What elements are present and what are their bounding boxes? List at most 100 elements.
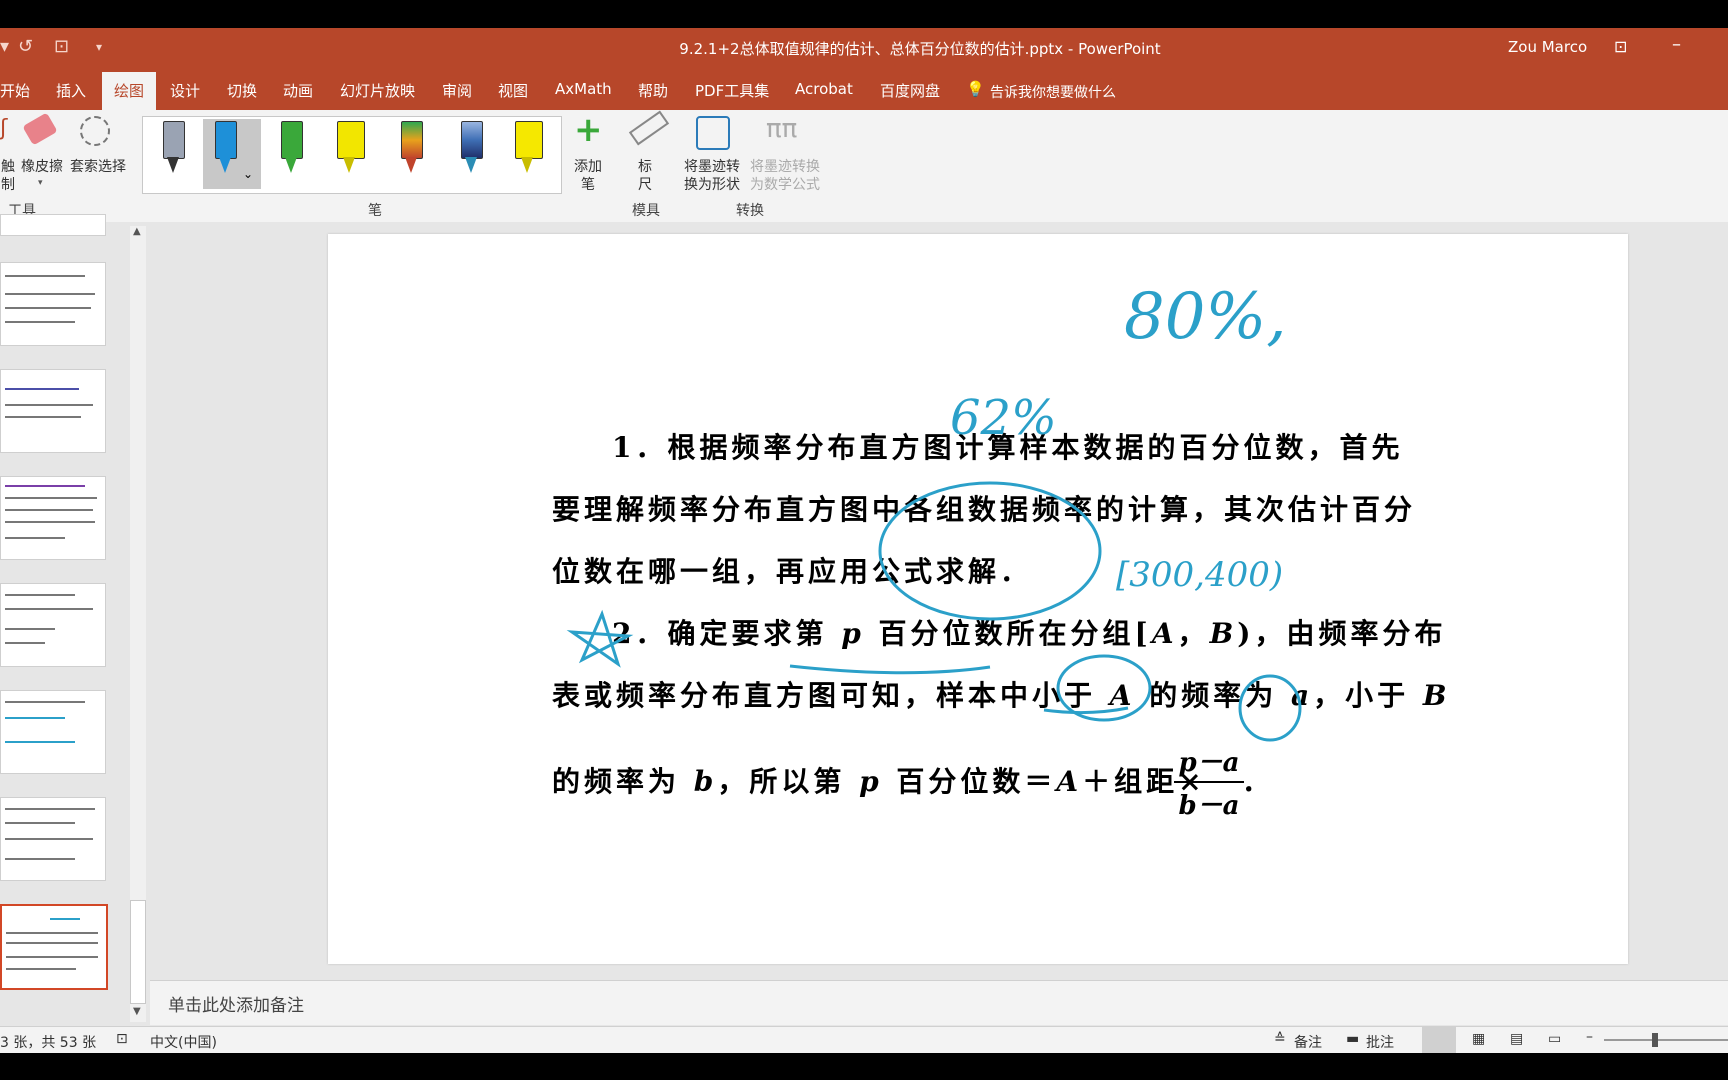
tab-view[interactable]: 视图 (498, 80, 528, 101)
tab-design[interactable]: 设计 (170, 80, 200, 101)
reading-view-icon[interactable]: ▤ (1510, 1031, 1523, 1047)
slide-thumbnails (0, 214, 150, 1026)
minimize-icon[interactable]: – (1672, 34, 1681, 55)
tab-help[interactable]: 帮助 (638, 80, 668, 101)
tab-animations[interactable]: 动画 (283, 80, 313, 101)
scroll-thumb[interactable] (130, 900, 146, 1004)
notes-icon[interactable]: ≙ (1274, 1031, 1286, 1047)
presentation-icon[interactable]: ⊡ (54, 36, 69, 57)
ruler-icon[interactable] (628, 110, 670, 146)
tell-me-search[interactable]: 告诉我你想要做什么 (990, 82, 1116, 102)
tab-insert[interactable]: 插入 (56, 80, 86, 101)
customize-toolbar-icon[interactable]: ▾ (96, 40, 102, 54)
pen-blue-tip (219, 157, 231, 173)
thumb-text-line (5, 701, 85, 703)
slide-thumbnail[interactable] (0, 262, 106, 346)
eraser-button[interactable]: 橡皮擦 (18, 158, 66, 176)
scroll-up-icon[interactable]: ▲ (133, 226, 141, 237)
slide-thumbnail-selected[interactable] (0, 904, 108, 990)
normal-view-icon[interactable] (1422, 1027, 1456, 1053)
thumb-text-line (6, 932, 98, 934)
tab-slideshow[interactable]: 幻灯片放映 (340, 80, 415, 101)
user-name[interactable]: Zou Marco (1508, 38, 1587, 56)
draw-button-label[interactable]: 触 制 (0, 158, 16, 194)
zoom-out-icon[interactable]: – (1586, 1029, 1593, 1045)
lasso-select-button[interactable]: 套索选择 (68, 158, 128, 176)
thumb-ink-line (5, 741, 75, 743)
pen-gallery: ⌄ (142, 116, 562, 194)
pen-galaxy-tip (465, 157, 477, 173)
scroll-down-icon[interactable]: ▼ (133, 1006, 141, 1017)
thumb-text-line (5, 537, 65, 539)
tab-draw[interactable]: 绘图 (102, 72, 157, 110)
thumb-text-line (5, 628, 55, 630)
quick-access-arrow-icon[interactable]: ▾ (0, 36, 9, 57)
highlighter-yellow-2[interactable] (507, 119, 547, 189)
pen-galaxy[interactable] (453, 119, 487, 189)
thumb-ink-line (50, 918, 80, 920)
slide-thumbnail[interactable] (0, 583, 106, 667)
pen-galaxy-body (461, 121, 483, 159)
tab-transitions[interactable]: 切换 (227, 80, 257, 101)
slide-thumbnail[interactable] (0, 690, 106, 774)
ink-annotations: 80%, 62% [300,400) (566, 280, 1302, 742)
pen-gray[interactable] (155, 119, 189, 189)
thumb-text-line (5, 808, 95, 810)
slide-thumbnail[interactable] (0, 797, 106, 881)
tab-home[interactable]: 开始 (0, 80, 30, 101)
add-pen-button[interactable]: 添加 笔 (568, 158, 608, 194)
comments-toggle[interactable]: 批注 (1366, 1032, 1394, 1052)
thumb-text-line (5, 404, 93, 406)
pen-red[interactable] (393, 119, 427, 189)
slideshow-icon[interactable]: ▭ (1548, 1031, 1561, 1047)
ink-underline (789, 664, 991, 675)
add-pen-icon[interactable]: + (574, 110, 603, 150)
ink-to-shape-button[interactable]: 将墨迹转 换为形状 (676, 158, 748, 194)
thumbnail-scrollbar[interactable]: ▲ ▼ (130, 226, 146, 1022)
status-bar: 3 张，共 53 张 ⊡ 中文(中国) ≙ 备注 ▬ 批注 ▦ ▤ ▭ – (0, 1026, 1728, 1053)
notes-toggle[interactable]: 备注 (1294, 1032, 1322, 1052)
draw-pen-icon[interactable]: ʃ (0, 116, 7, 141)
notes-pane[interactable]: 单击此处添加备注 (150, 980, 1728, 1025)
ink-to-math-button[interactable]: 将墨迹转换 为数学公式 (748, 158, 822, 194)
pen-blue-selected[interactable]: ⌄ (203, 119, 261, 189)
thumb-text-line (5, 497, 97, 499)
zoom-slider[interactable] (1604, 1039, 1728, 1041)
thumb-text-line (5, 275, 85, 277)
lasso-icon[interactable] (80, 116, 110, 146)
thumb-text-line (5, 608, 93, 610)
tab-axmath[interactable]: AxMath (555, 80, 612, 98)
ink-note-80-percent: 80%, (1124, 280, 1287, 354)
pen-green[interactable] (273, 119, 307, 189)
ribbon-display-icon[interactable]: ⊡ (1614, 37, 1627, 56)
pen-green-body (281, 121, 303, 159)
language-indicator[interactable]: 中文(中国) (150, 1032, 217, 1052)
comments-icon[interactable]: ▬ (1346, 1031, 1359, 1047)
eraser-dropdown-icon[interactable]: ▾ (38, 178, 43, 188)
ink-to-shape-icon[interactable] (696, 116, 730, 150)
thumb-text-line (5, 293, 95, 295)
highlighter-yellow[interactable] (329, 119, 369, 189)
pen-gray-body (163, 121, 185, 159)
notes-placeholder[interactable]: 单击此处添加备注 (168, 991, 304, 1016)
window-title: 9.2.1+2总体取值规律的估计、总体百分位数的估计.pptx - PowerP… (679, 40, 1161, 58)
thumb-text-line (6, 968, 76, 970)
zoom-slider-thumb[interactable] (1652, 1033, 1658, 1047)
slide-count: 3 张，共 53 张 (0, 1035, 97, 1051)
eraser-icon[interactable] (22, 112, 58, 146)
tab-baidu-pan[interactable]: 百度网盘 (880, 80, 940, 101)
slide-thumbnail[interactable] (0, 369, 106, 453)
tab-review[interactable]: 审阅 (442, 80, 472, 101)
tab-acrobat[interactable]: Acrobat (795, 80, 853, 98)
spellcheck-icon[interactable]: ⊡ (116, 1031, 128, 1047)
ruler-button[interactable]: 标 尺 (630, 158, 660, 194)
redo-icon[interactable]: ↺ (18, 36, 33, 57)
slide-thumbnail[interactable] (0, 214, 106, 236)
chevron-down-icon[interactable]: ⌄ (243, 167, 253, 181)
tab-pdf-tools[interactable]: PDF工具集 (695, 80, 769, 101)
thumb-text-line (5, 416, 81, 418)
highlighter-yellow-2-body (515, 121, 543, 159)
slide-sorter-icon[interactable]: ▦ (1472, 1031, 1485, 1047)
slide-canvas[interactable]: 1．根据频率分布直方图计算样本数据的百分位数，首先 要理解频率分布直方图中各组数… (328, 234, 1628, 964)
slide-thumbnail[interactable] (0, 476, 106, 560)
